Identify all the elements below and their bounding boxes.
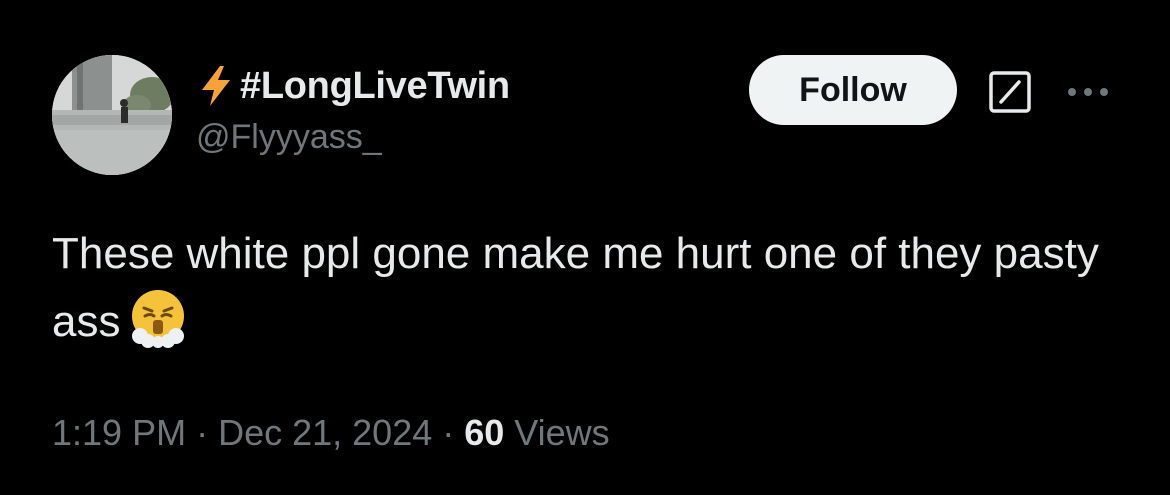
tweet-time[interactable]: 1:19 PM — [52, 412, 186, 453]
avatar[interactable] — [52, 55, 172, 175]
author-handle[interactable]: @Flyyyass_ — [196, 118, 382, 157]
tweet-text: These white ppl gone make me hurt one of… — [52, 222, 1112, 354]
tweet-card: #LongLiveTwin @Flyyyass_ Follow These wh… — [0, 0, 1170, 495]
tweet-date[interactable]: Dec 21, 2024 — [218, 412, 432, 453]
views-count: 60 — [464, 412, 505, 453]
high-voltage-icon — [196, 64, 236, 108]
tweet-body: These white ppl gone make me hurt one of… — [52, 229, 1099, 346]
meta-separator: · — [432, 412, 465, 453]
author-name-row[interactable]: #LongLiveTwin — [196, 62, 510, 110]
more-options-icon[interactable] — [1060, 82, 1116, 102]
grok-icon[interactable] — [988, 70, 1032, 114]
meta-separator: · — [186, 412, 219, 453]
face-with-steam-from-nose-icon — [126, 286, 190, 350]
views-label: Views — [514, 412, 610, 453]
tweet-meta: 1:19 PM · Dec 21, 2024 · 60 Views — [52, 412, 610, 454]
author-display-name[interactable]: #LongLiveTwin — [240, 65, 510, 108]
follow-button[interactable]: Follow — [749, 55, 957, 125]
